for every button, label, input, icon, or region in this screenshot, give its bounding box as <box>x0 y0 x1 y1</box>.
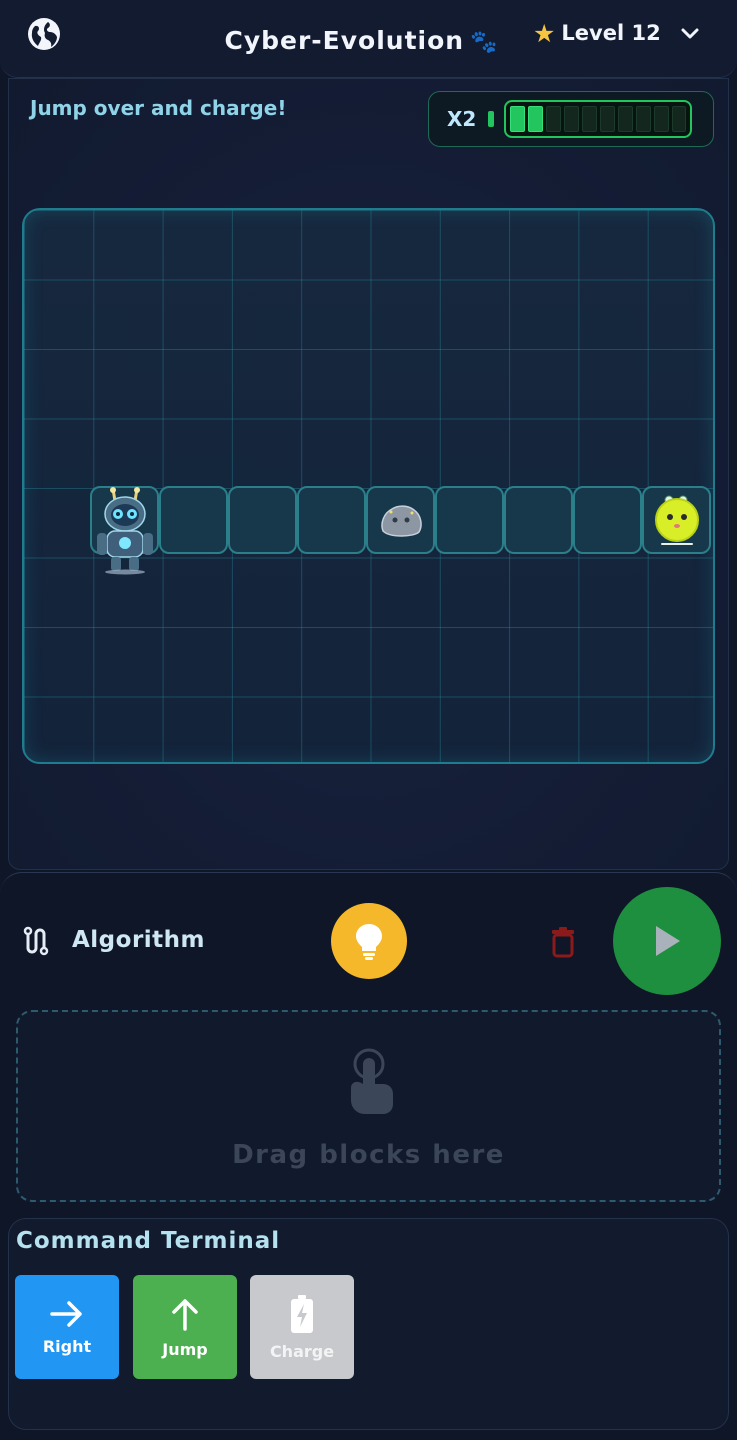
jump-command-button[interactable]: Jump <box>133 1275 237 1379</box>
energy-segment <box>581 106 597 132</box>
battery-goal <box>654 495 699 545</box>
battery-charge-icon <box>291 1294 313 1333</box>
rock-obstacle <box>380 505 422 537</box>
charge-command-label: Charge <box>269 1341 335 1361</box>
drop-zone-hint: Drag blocks here <box>232 1140 505 1170</box>
battery-tip <box>488 111 495 127</box>
pointer-hand-icon <box>351 1048 393 1114</box>
play-button[interactable] <box>613 887 721 995</box>
paw-icon: 🐾 <box>470 30 499 55</box>
right-command-label: Right <box>42 1336 92 1356</box>
trash-icon[interactable] <box>550 926 576 958</box>
path-tile <box>228 486 297 554</box>
energy-segment <box>617 106 633 132</box>
path-tile <box>159 486 228 554</box>
path-tile <box>366 486 435 554</box>
path-tile <box>297 486 366 554</box>
level-label: Level 12 <box>561 21 661 45</box>
path-tile <box>504 486 573 554</box>
chevron-down-icon <box>681 28 699 39</box>
energy-segment <box>528 106 544 132</box>
robot-character <box>97 487 153 575</box>
charge-command-button[interactable]: Charge <box>250 1275 354 1379</box>
energy-segment <box>635 106 651 132</box>
arrow-right-icon <box>50 1300 82 1327</box>
algorithm-icon <box>23 926 49 956</box>
path-tile <box>573 486 642 554</box>
energy-meter: X2 <box>428 91 714 147</box>
star-icon: ★ <box>533 18 556 48</box>
algorithm-drop-zone[interactable]: Drag blocks here <box>16 1010 721 1202</box>
energy-segment <box>564 106 579 132</box>
energy-segment <box>510 106 526 132</box>
energy-segment <box>599 106 615 132</box>
energy-segment <box>653 106 669 132</box>
right-command-button[interactable]: Right <box>15 1275 119 1379</box>
hint-button[interactable] <box>331 903 407 979</box>
play-icon <box>656 926 680 956</box>
top-bar: Cyber-Evolution 🐾 ★ Level 12 <box>0 0 737 78</box>
terminal-title: Command Terminal <box>16 1228 281 1254</box>
multiplier-label: X2 <box>447 107 477 131</box>
energy-segment <box>546 106 562 132</box>
path-tile <box>435 486 504 554</box>
path-tile <box>642 486 711 554</box>
mission-text: Jump over and charge! <box>30 96 287 120</box>
app-title-text: Cyber-Evolution <box>224 26 465 55</box>
level-selector[interactable]: ★ Level 12 <box>533 17 701 49</box>
arrow-up-icon <box>172 1298 198 1331</box>
algorithm-title: Algorithm <box>72 927 206 953</box>
path-row <box>90 486 711 556</box>
energy-bar <box>504 100 693 138</box>
energy-segment <box>671 106 687 132</box>
lightbulb-icon <box>356 924 382 960</box>
jump-command-label: Jump <box>162 1339 208 1359</box>
